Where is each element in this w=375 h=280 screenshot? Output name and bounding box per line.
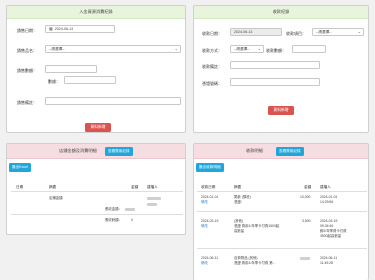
chevron-down-icon: ⌄ [174,46,178,51]
summary-divider [11,214,183,215]
sales-amount-input[interactable] [45,65,97,73]
receipt-detail-title: 收款明細 [246,148,263,153]
receipt-row-edit-link[interactable]: 修改 [201,261,208,265]
receipt-row-creator-line: 3500起高數量 [320,234,342,238]
sales-detail-panel: 店鋪金額及消費明細 查看費用紀錄 匯出Excel 日期 摘要 金額 建檔人 店鋪… [6,143,186,235]
receipt-row-creator-line: 2024-01-01 [320,195,338,199]
receivable-label: 應收金額： [105,207,122,211]
sales-note-label: 銷售備註： [17,100,37,105]
receipt-date-label: 收款日期： [202,31,222,36]
receipt-row-summary-line: 尾款 (預收) [234,195,251,199]
chevron-down-icon: ⌄ [257,46,261,51]
receipt-date-input[interactable]: 2024-06-13 [230,28,282,36]
sales-item-select[interactable]: --請選擇-- ⌄ [45,45,181,53]
receipt-row-date: 2024-01-01 [201,195,219,199]
receipt-row-creator-line: 09:34:46 [320,224,334,228]
sales-date-input[interactable]: ▦ 2024-06-13 [45,25,115,33]
receipt-row-divider [197,248,367,249]
receipt-project-label: 收款項目： [286,31,306,36]
receivable-value-redacted [125,208,135,211]
receipt-form-title: 收款紀錄 [194,6,368,19]
col-amount: 金額 [131,185,139,189]
col-date: 日期 [16,185,24,189]
view-fee-records-button[interactable]: 查看費用紀錄 [105,146,133,156]
sales-detail-header: 店鋪金額及消費明細 查看費用紀錄 [7,144,185,159]
col-receipt-creator: 建檔人 [320,185,331,189]
qty-label: 數據： [48,79,60,84]
receipt-note-input[interactable] [230,61,320,69]
export-receipts-button[interactable]: 匯出收款明細 [196,163,224,172]
voucher-label: 憑證號碼： [202,81,222,86]
receipt-form-panel: 收款紀錄 收款日期： 2024-06-13 收款項目： --請選擇-- ⌄ 收款… [193,5,369,133]
chevron-down-icon: ⌄ [357,29,361,34]
receipt-project-select[interactable]: --請選擇-- ⌄ [312,28,364,36]
receipt-row-summary-line: 憑證 費用1/年季卡付費 第... [234,261,276,265]
view-fee-records-button-2[interactable]: 查看費用紀錄 [276,146,304,156]
col-receipt-amount: 金額 [304,185,312,189]
receipt-row-summary-line: 高數量 [234,229,245,233]
voucher-input[interactable] [230,78,320,86]
sales-form-title: 入金資源消費紀錄 [7,6,185,19]
sales-date-label: 銷售日期： [17,28,37,33]
receipt-method-label: 收款方式： [202,48,222,53]
row-summary: 店鋪金額 [49,196,63,200]
receipt-amount-label: 收款數額： [266,48,286,53]
receipt-row-summary-line: 憑證： [234,200,245,204]
header-divider [11,191,183,192]
receipt-row-summary-line: 憑證 費用1/年季卡付費1500起 [234,224,280,228]
balance-label: 應收餘額： [105,218,122,222]
receipt-row-edit-link[interactable]: 修改 [201,224,208,228]
col-receipt-summary: 摘要 [234,185,242,189]
export-excel-button[interactable]: 匯出Excel [9,163,31,172]
receipt-row-divider [197,211,367,212]
receipt-row-summary-line: 自費物品 (其他) [234,256,258,260]
receipt-row-amount-redacted [300,257,310,260]
col-creator: 建檔人 [147,185,158,189]
receipt-row-creator-line: 2024-06-11 [320,256,338,260]
sales-note-input[interactable] [45,97,181,105]
balance-value: 0 [131,218,133,222]
receipt-row-edit-link[interactable]: 修改 [201,200,208,204]
qty-input[interactable] [64,76,116,84]
sales-submit-button[interactable]: 資料新增 [85,123,111,132]
sales-amount-label: 銷售數額： [17,68,37,73]
receipt-note-label: 收款備註： [202,64,222,69]
receipt-submit-button[interactable]: 資料新增 [268,106,294,115]
receipt-amount-input[interactable] [292,45,326,53]
receipt-row-amount: 10,000 [300,195,311,199]
receipt-row-creator-line: 14:29:56 [320,200,334,204]
receipt-method-select[interactable]: --請選擇-- ⌄ [230,45,264,53]
receipt-row-creator-line: 2024-03-19 [320,219,338,223]
col-summary: 摘要 [49,185,57,189]
receipt-row-date: 2024-06-11 [201,256,219,260]
receipt-row-creator-line: 鉤2/年季費卡付費 [320,229,347,233]
receipt-row-amount: 3,500 [302,219,311,223]
receipt-row-summary-line: (其他) [234,219,244,223]
sales-detail-title: 店鋪金額及消費明細 [59,148,97,153]
col-receipt-date: 收款日期 [201,185,216,189]
receipt-header-divider [197,191,367,192]
sales-item-label: 銷售品名： [17,48,37,53]
receipt-row-date: 2024-03-19 [201,219,219,223]
receipt-detail-panel: 收款明細 查看費用紀錄 匯出收款明細 收款日期 摘要 金額 建檔人 2024-0… [193,143,369,280]
sales-form-panel: 入金資源消費紀錄 銷售日期： ▦ 2024-06-13 銷售品名： --請選擇--… [6,5,186,133]
receipt-row-creator-line: 11:49:28 [320,261,333,265]
row-creator-redacted-2 [147,203,157,206]
calendar-icon: ▦ [49,26,53,31]
row-creator-redacted [147,197,161,200]
receipt-detail-header: 收款明細 查看費用紀錄 [194,144,368,159]
